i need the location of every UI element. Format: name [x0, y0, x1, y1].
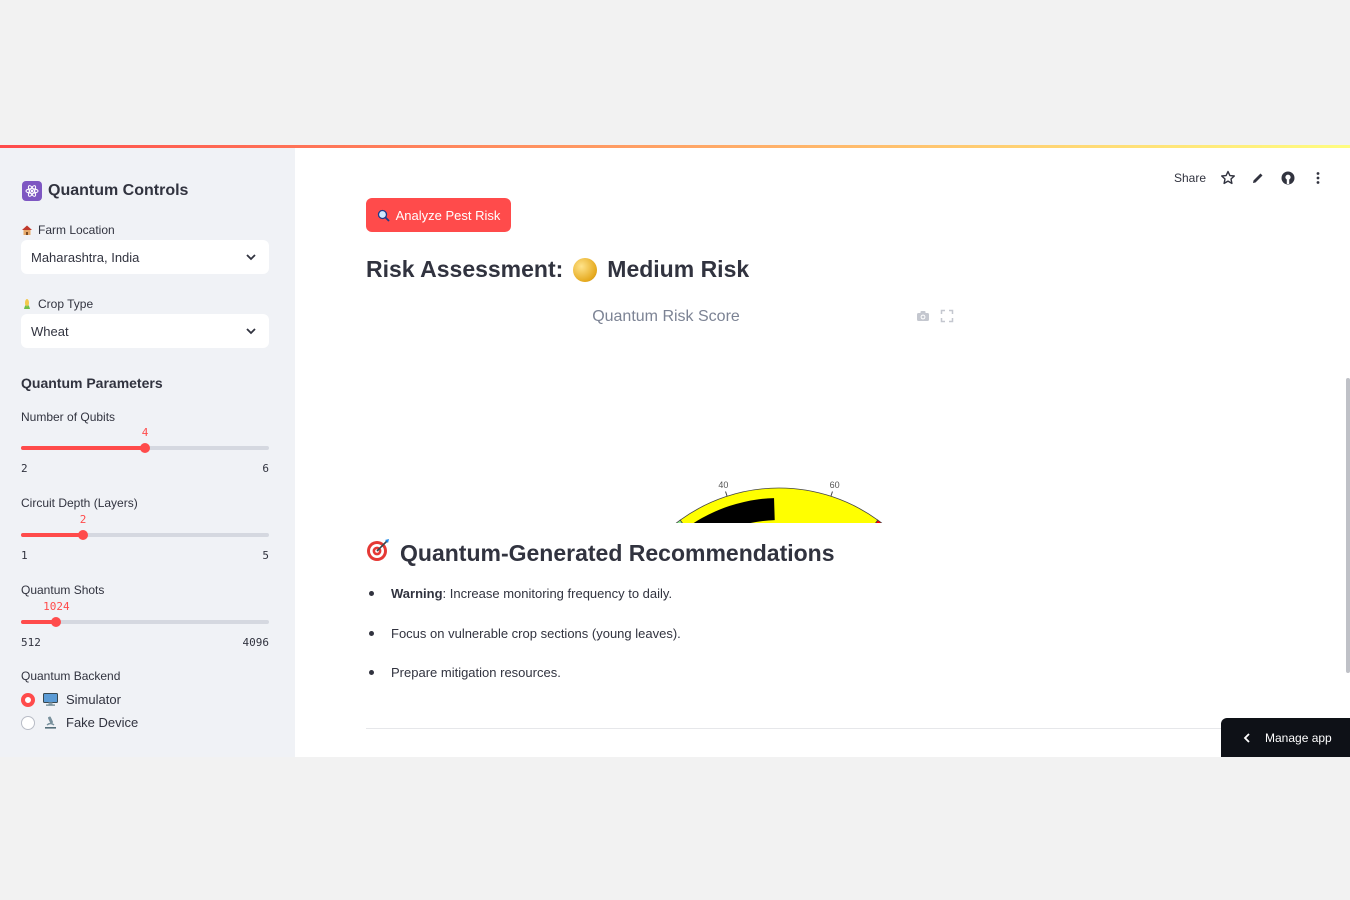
- gauge-tick-2: [725, 491, 728, 497]
- quantum-shots-slider[interactable]: 1024 512 4096: [21, 600, 269, 649]
- slider-thumb[interactable]: [78, 530, 88, 540]
- recommendation-text: Prepare mitigation resources.: [391, 665, 561, 680]
- edit-pencil-icon[interactable]: [1250, 170, 1266, 186]
- risk-level: Medium Risk: [607, 256, 750, 282]
- manage-app-label: Manage app: [1265, 730, 1332, 745]
- slider-fill: [21, 533, 83, 537]
- chevron-down-icon: [246, 254, 256, 261]
- recommendations-heading: Quantum-Generated Recommendations: [366, 538, 835, 568]
- radio-button[interactable]: [21, 715, 35, 730]
- circuit-depth-label: Circuit Depth (Layers): [21, 496, 138, 510]
- recommendation-bold: Warning: [391, 586, 443, 601]
- sidebar: Quantum Controls Farm Location Maharasht…: [0, 148, 295, 757]
- magnifier-icon: [377, 209, 390, 222]
- target-icon: [366, 538, 390, 568]
- analyze-button-label: Analyze Pest Risk: [395, 207, 501, 223]
- recommendations-heading-text: Quantum-Generated Recommendations: [400, 539, 835, 566]
- list-item: Warning: Increase monitoring frequency t…: [366, 585, 681, 625]
- slider-min: 512: [21, 636, 41, 649]
- main-content: Share Analyze Pest Risk Risk Assessment:…: [295, 148, 1350, 757]
- github-icon[interactable]: [1280, 170, 1296, 186]
- radio-button-selected[interactable]: [21, 692, 35, 707]
- recommendation-text: Focus on vulnerable crop sections (young…: [391, 625, 681, 641]
- slider-thumb[interactable]: [51, 617, 62, 627]
- slider-min: 1: [21, 549, 28, 562]
- list-item: Focus on vulnerable crop sections (young…: [366, 625, 681, 665]
- qubits-slider[interactable]: 4 2 6: [21, 426, 269, 475]
- gauge-tick-label-2: 40: [718, 480, 728, 490]
- slider-min: 2: [21, 462, 28, 475]
- crop-type-label: Crop Type: [21, 297, 93, 311]
- gauge-svg: 02040608010049: [675, 480, 883, 523]
- farm-location-label-text: Farm Location: [38, 223, 115, 237]
- quantum-backend-label: Quantum Backend: [21, 669, 121, 683]
- risk-gauge-chart: Quantum Risk Score 02040608010049: [476, 303, 976, 523]
- qubits-label: Number of Qubits: [21, 410, 116, 424]
- house-icon: [21, 224, 33, 236]
- sidebar-title-text: Quantum Controls: [48, 182, 189, 199]
- gauge-tick-label-3: 60: [830, 480, 840, 490]
- crop-type-select[interactable]: Wheat: [21, 314, 269, 348]
- radio-simulator-label: Simulator: [66, 692, 121, 707]
- manage-app-button[interactable]: Manage app: [1221, 718, 1350, 757]
- slider-value: 4: [141, 426, 149, 439]
- gauge-tick-3: [830, 491, 833, 497]
- slider-value: 2: [79, 513, 87, 526]
- slider-value: 1024: [43, 600, 70, 613]
- star-icon[interactable]: [1220, 170, 1236, 186]
- slider-max: 6: [262, 462, 269, 475]
- main-scrollbar[interactable]: [1346, 378, 1350, 673]
- chevron-left-icon: [1243, 732, 1250, 743]
- share-button[interactable]: Share: [1174, 171, 1206, 185]
- slider-max: 5: [262, 549, 269, 562]
- divider: [366, 728, 1326, 729]
- desktop-icon: [43, 693, 58, 706]
- crop-type-label-text: Crop Type: [38, 297, 94, 311]
- app-toolbar: Share: [1174, 170, 1326, 186]
- radio-fake-device-label: Fake Device: [66, 715, 139, 730]
- radio-simulator[interactable]: Simulator: [21, 692, 121, 707]
- slider-max: 4096: [242, 636, 270, 649]
- analyze-pest-risk-button[interactable]: Analyze Pest Risk: [366, 198, 511, 232]
- radio-fake-device[interactable]: Fake Device: [21, 715, 138, 730]
- risk-prefix: Risk Assessment:: [366, 256, 564, 282]
- farm-location-label: Farm Location: [21, 223, 115, 237]
- slider-thumb[interactable]: [140, 443, 150, 453]
- sidebar-title: Quantum Controls: [22, 181, 188, 201]
- farm-location-select[interactable]: Maharashtra, India: [21, 240, 269, 274]
- circuit-depth-slider[interactable]: 2 1 5: [21, 513, 269, 562]
- crop-type-value: Wheat: [31, 323, 69, 339]
- medium-risk-orb-icon: [573, 257, 598, 282]
- slider-fill: [21, 446, 145, 450]
- farm-location-value: Maharashtra, India: [31, 249, 140, 265]
- recommendation-text: : Increase monitoring frequency to daily…: [442, 586, 673, 601]
- recommendations-list: Warning: Increase monitoring frequency t…: [366, 585, 681, 704]
- app-root: Quantum Controls Farm Location Maharasht…: [0, 145, 1350, 757]
- atom-icon: [22, 181, 42, 201]
- microscope-icon: [43, 716, 58, 729]
- more-vertical-icon[interactable]: [1310, 170, 1326, 186]
- quantum-shots-label: Quantum Shots: [21, 583, 105, 597]
- risk-assessment-heading: Risk Assessment: Medium Risk: [366, 256, 749, 283]
- quantum-parameters-heading: Quantum Parameters: [21, 375, 163, 391]
- chevron-down-icon: [246, 328, 256, 335]
- corn-icon: [21, 298, 33, 310]
- list-item: Prepare mitigation resources.: [366, 664, 681, 704]
